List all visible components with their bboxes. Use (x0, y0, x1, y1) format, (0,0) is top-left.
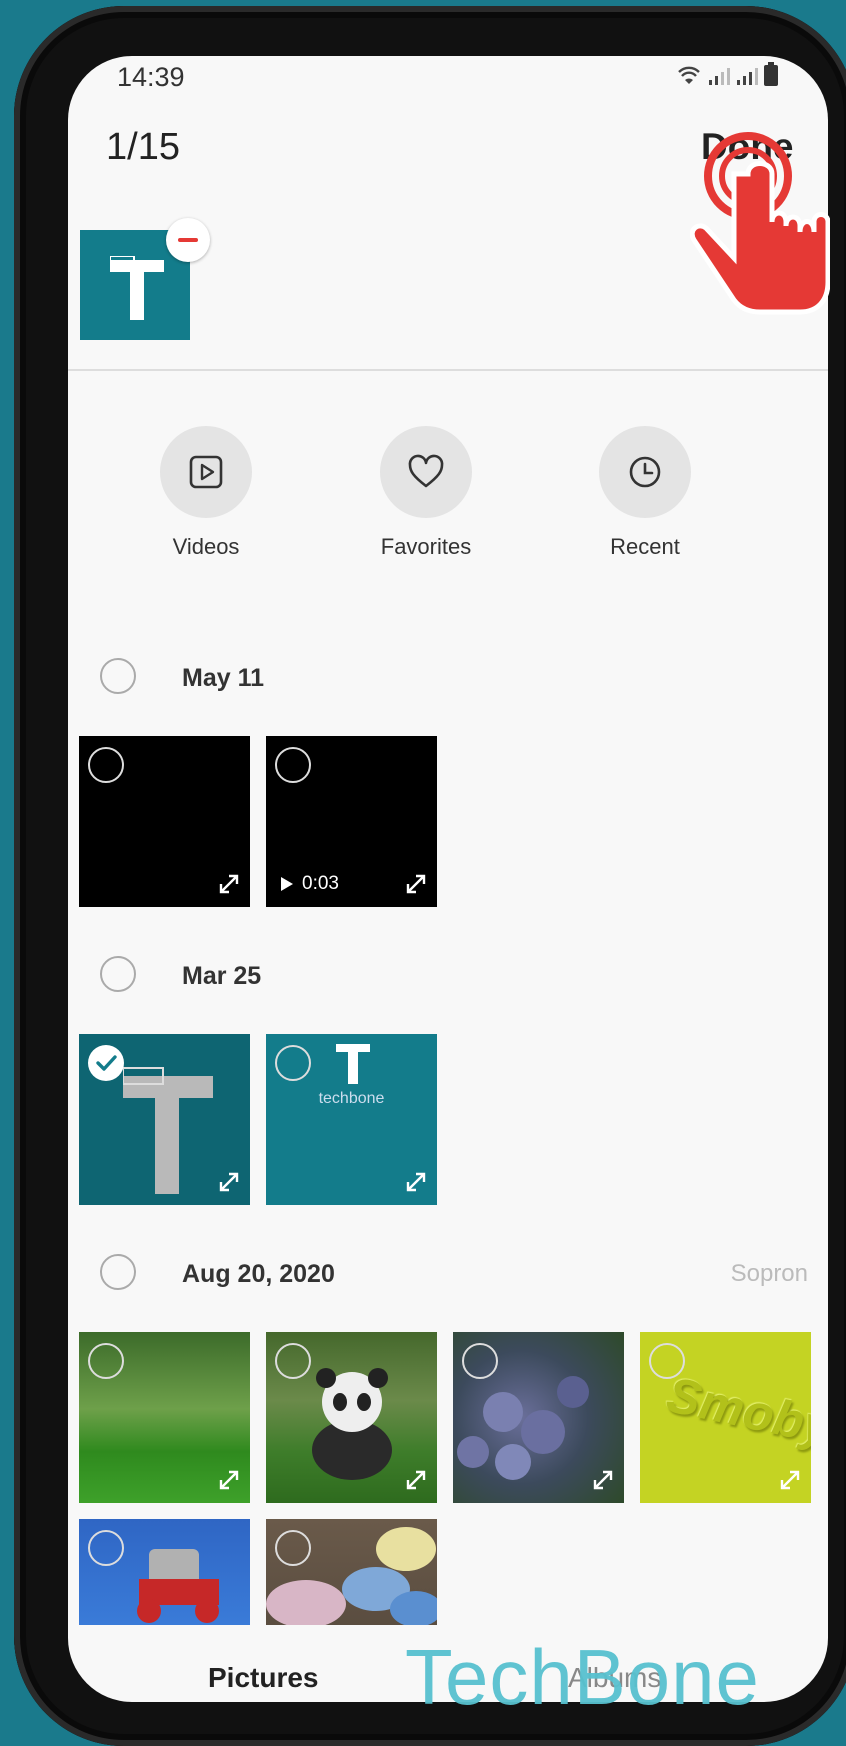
expand-icon[interactable] (401, 869, 431, 899)
media-thumbnail-selected[interactable] (79, 1034, 250, 1205)
divider (68, 369, 828, 371)
techbone-logo-icon (336, 1044, 370, 1084)
select-all-radio[interactable] (100, 956, 136, 992)
selected-checkbox[interactable] (88, 1045, 124, 1081)
category-videos-label: Videos (172, 534, 240, 559)
tab-pictures[interactable]: Pictures (208, 1662, 319, 1694)
section-location: Sopron (730, 1260, 808, 1287)
category-recent-label: Recent (610, 534, 680, 559)
status-time: 14:39 (117, 62, 185, 92)
expand-icon[interactable] (401, 1465, 431, 1495)
section-date: Mar 25 (182, 962, 262, 990)
category-favorites-circle (380, 426, 472, 518)
selection-count: 1/15 (106, 126, 180, 168)
video-thumbnail[interactable]: 0:03 (266, 736, 437, 907)
media-thumbnail[interactable] (453, 1332, 624, 1503)
video-duration: 0:03 (302, 873, 339, 894)
section-date: May 11 (182, 664, 265, 692)
category-videos[interactable]: Videos (136, 426, 276, 560)
select-all-radio[interactable] (100, 658, 136, 694)
thumbnail-caption: Smoby (661, 1366, 811, 1456)
thumbnail-caption: techbone (318, 1090, 385, 1107)
play-square-icon (189, 455, 223, 489)
select-all-radio[interactable] (100, 1254, 136, 1290)
panda-toy-image (312, 1368, 392, 1480)
select-checkbox[interactable] (649, 1343, 685, 1379)
status-icons (676, 62, 778, 86)
techbone-logo-icon (123, 1067, 213, 1194)
media-thumbnail[interactable] (79, 1519, 250, 1625)
techbone-watermark: TechBone (405, 1633, 760, 1721)
media-thumbnail[interactable] (79, 1332, 250, 1503)
select-checkbox[interactable] (88, 1530, 124, 1566)
select-checkbox[interactable] (88, 747, 124, 783)
media-thumbnail[interactable]: Smoby (640, 1332, 811, 1503)
media-thumbnail[interactable] (266, 1519, 437, 1625)
media-thumbnail[interactable] (79, 736, 250, 907)
select-checkbox[interactable] (275, 1045, 311, 1081)
media-thumbnail[interactable] (266, 1332, 437, 1503)
selected-item-thumbnail[interactable] (80, 218, 210, 340)
remove-selection-button[interactable] (166, 218, 210, 262)
expand-icon[interactable] (588, 1465, 618, 1495)
select-checkbox[interactable] (88, 1343, 124, 1379)
video-duration-badge: 0:03 (274, 871, 347, 897)
techbone-logo-icon (110, 256, 164, 320)
select-checkbox[interactable] (275, 747, 311, 783)
category-favorites[interactable]: Favorites (356, 426, 496, 560)
heart-icon (408, 454, 444, 488)
media-thumbnail[interactable]: techbone (266, 1034, 437, 1205)
toy-car-image (137, 1549, 219, 1623)
select-checkbox[interactable] (275, 1343, 311, 1379)
play-icon (281, 877, 293, 891)
expand-icon[interactable] (214, 1167, 244, 1197)
wifi-icon (678, 66, 700, 84)
check-icon (96, 1055, 117, 1071)
category-recent[interactable]: Recent (575, 426, 715, 560)
battery-icon (764, 62, 778, 86)
select-checkbox[interactable] (275, 1530, 311, 1566)
tap-hand-icon (690, 132, 830, 315)
expand-icon[interactable] (401, 1167, 431, 1197)
signal-icon-2 (737, 68, 758, 85)
status-bar: 14:39 (68, 56, 828, 106)
category-favorites-label: Favorites (380, 534, 472, 559)
clock-icon (629, 456, 661, 488)
expand-icon[interactable] (214, 869, 244, 899)
section-date: Aug 20, 2020 (182, 1260, 335, 1288)
category-recent-circle (599, 426, 691, 518)
expand-icon[interactable] (214, 1465, 244, 1495)
expand-icon[interactable] (775, 1465, 805, 1495)
category-videos-circle (160, 426, 252, 518)
select-checkbox[interactable] (462, 1343, 498, 1379)
signal-icon (709, 68, 730, 85)
